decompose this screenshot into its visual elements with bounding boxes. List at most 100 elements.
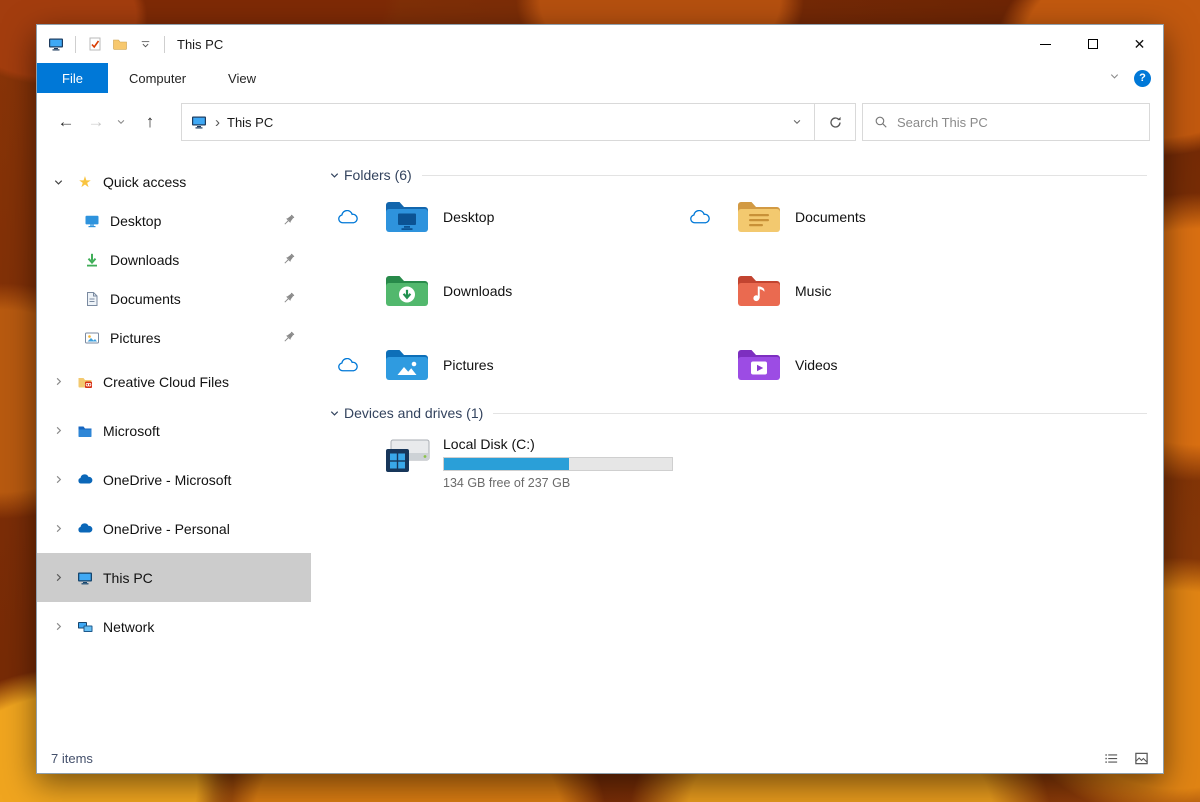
chevron-right-icon[interactable] [51, 376, 65, 387]
pictures-folder-icon [383, 345, 431, 385]
navigation-bar: ← → ↑ › This PC [37, 93, 1163, 151]
chevron-right-icon[interactable] [51, 474, 65, 485]
sidebar-item-this-pc[interactable]: This PC [37, 553, 311, 602]
chevron-right-icon[interactable] [51, 523, 65, 534]
tile-label: Documents [795, 209, 866, 225]
tile-label: Desktop [443, 209, 495, 225]
drives-section-header: Devices and drives (1) [327, 405, 1151, 421]
items-count: 7 items [51, 751, 93, 766]
sidebar-item-label: Desktop [110, 212, 162, 229]
chevron-right-icon[interactable] [51, 572, 65, 583]
chevron-down-icon[interactable] [327, 170, 341, 181]
address-dropdown-icon[interactable] [780, 104, 814, 140]
microsoft-folder-icon [76, 422, 94, 440]
details-view-icon[interactable] [1099, 748, 1123, 770]
quick-access-toolbar [47, 35, 168, 53]
tab-file[interactable]: File [37, 63, 108, 93]
close-button[interactable]: ✕ [1116, 25, 1163, 63]
sidebar-item-label: Quick access [103, 174, 187, 190]
breadcrumb[interactable]: This PC [227, 115, 273, 130]
collapse-ribbon-icon[interactable] [1109, 69, 1120, 87]
sidebar-item-downloads[interactable]: Downloads [37, 240, 311, 279]
onedrive-icon [76, 520, 94, 538]
tile-label: Pictures [443, 357, 494, 373]
this-pc-icon [76, 569, 94, 587]
folder-tile-videos[interactable]: Videos [679, 341, 1031, 389]
file-explorer-window: This PC ✕ File Computer View ? ← → ↑ › T… [36, 24, 1164, 774]
sidebar-item-label: OneDrive - Microsoft [103, 471, 232, 488]
folders-grid: Desktop Documents Downloads Music Pictur… [327, 193, 1151, 389]
sidebar-item-label: Documents [110, 290, 181, 307]
toolbar-separator [75, 35, 76, 53]
sidebar-item-label: Microsoft [103, 422, 160, 439]
up-button[interactable]: ↑ [135, 112, 165, 132]
properties-icon[interactable] [86, 35, 104, 53]
folder-tile-pictures[interactable]: Pictures [327, 341, 679, 389]
star-icon: ★ [78, 173, 92, 191]
sidebar-item-onedrive-microsoft[interactable]: OneDrive - Microsoft [37, 455, 311, 504]
folder-tile-documents[interactable]: Documents [679, 193, 1031, 241]
sidebar-item-quick-access[interactable]: ★ Quick access [37, 163, 311, 201]
videos-folder-icon [735, 345, 783, 385]
file-list-pane: Folders (6) Desktop Documents Downloads … [311, 151, 1163, 744]
window-title: This PC [177, 36, 224, 52]
downloads-folder-icon [383, 271, 431, 311]
sidebar-item-network[interactable]: Network [37, 602, 311, 651]
search-box [862, 103, 1150, 141]
folder-tile-desktop[interactable]: Desktop [327, 193, 679, 241]
tile-label: Music [795, 283, 832, 299]
ribbon-tabs: File Computer View ? [37, 63, 1163, 93]
creative-cloud-icon [76, 373, 94, 391]
status-bar: 7 items [37, 744, 1163, 773]
search-input[interactable] [897, 114, 1138, 130]
new-folder-icon[interactable] [111, 35, 129, 53]
sidebar-item-desktop[interactable]: Desktop [37, 201, 311, 240]
breadcrumb-chevron-icon[interactable]: › [215, 114, 220, 131]
maximize-button[interactable] [1069, 25, 1116, 63]
disk-usage-bar [443, 457, 673, 471]
pin-icon [281, 330, 297, 346]
minimize-button[interactable] [1022, 25, 1069, 63]
sidebar-item-label: Pictures [110, 329, 161, 346]
downloads-icon [83, 251, 101, 269]
forward-button[interactable]: → [81, 112, 111, 132]
sidebar-item-label: Downloads [110, 251, 180, 268]
sidebar-item-pictures[interactable]: Pictures [37, 318, 311, 357]
chevron-right-icon[interactable] [51, 621, 65, 632]
onedrive-icon [76, 471, 94, 489]
address-bar[interactable]: › This PC [181, 103, 856, 141]
customize-toolbar-icon[interactable] [136, 35, 154, 53]
network-icon [76, 618, 94, 636]
back-button[interactable]: ← [51, 112, 81, 132]
folder-tile-downloads[interactable]: Downloads [327, 267, 679, 315]
onedrive-status-icon [338, 209, 358, 223]
tab-computer[interactable]: Computer [108, 63, 207, 93]
sidebar-item-label: Creative Cloud Files [103, 373, 230, 390]
desktop-folder-icon [383, 197, 431, 237]
refresh-icon[interactable] [815, 104, 855, 140]
recent-locations-icon[interactable] [111, 117, 131, 127]
sidebar-item-microsoft[interactable]: Microsoft [37, 406, 311, 455]
help-button[interactable]: ? [1134, 69, 1151, 87]
drive-tile-local-disk-c[interactable]: Local Disk (C:) 134 GB free of 237 GB [383, 435, 1151, 490]
chevron-right-icon[interactable] [51, 425, 65, 436]
chevron-down-icon[interactable] [327, 408, 341, 419]
pictures-icon [83, 329, 101, 347]
large-icons-view-icon[interactable] [1129, 748, 1153, 770]
onedrive-status-icon [690, 209, 710, 223]
window-controls: ✕ [1022, 25, 1163, 63]
documents-icon [83, 290, 101, 308]
sidebar-item-creative-cloud-files[interactable]: Creative Cloud Files [37, 357, 311, 406]
chevron-down-icon[interactable] [51, 177, 65, 188]
sidebar-item-onedrive-personal[interactable]: OneDrive - Personal [37, 504, 311, 553]
navigation-pane: ★ Quick access Desktop Downloads Documen… [37, 151, 311, 744]
section-rule [493, 412, 1147, 414]
tab-view[interactable]: View [207, 63, 277, 93]
this-pc-icon [191, 114, 207, 130]
section-title[interactable]: Folders (6) [344, 167, 412, 183]
sidebar-item-documents[interactable]: Documents [37, 279, 311, 318]
onedrive-status-icon [338, 357, 358, 371]
folder-tile-music[interactable]: Music [679, 267, 1031, 315]
section-title[interactable]: Devices and drives (1) [344, 405, 483, 421]
tile-label: Downloads [443, 283, 513, 299]
